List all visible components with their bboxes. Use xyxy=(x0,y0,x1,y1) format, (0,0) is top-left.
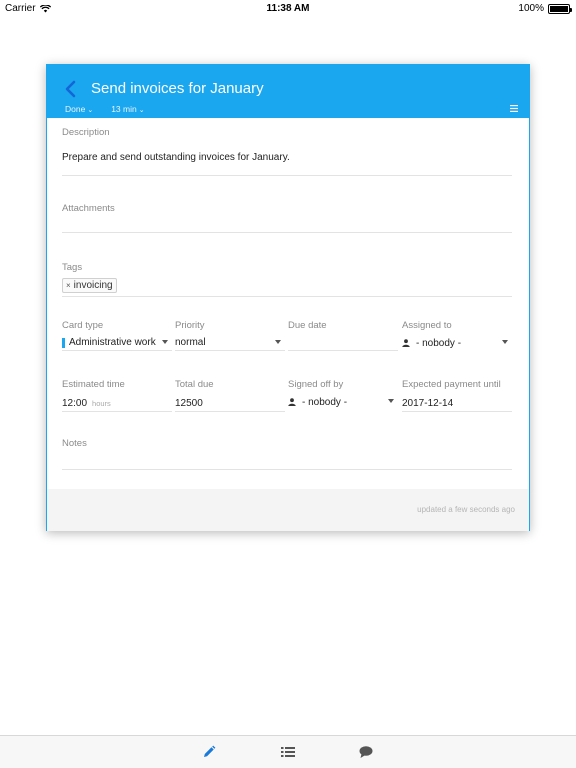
tags-label: Tags xyxy=(62,262,83,273)
card-type-select[interactable]: Administrative work xyxy=(62,335,172,351)
assigned-to-label: Assigned to xyxy=(402,320,452,331)
back-chevron-icon[interactable] xyxy=(61,78,81,100)
signed-off-by-value: - nobody - xyxy=(302,396,348,408)
tags-field[interactable]: × invoicing xyxy=(62,275,512,297)
notes-field[interactable] xyxy=(62,449,512,470)
bottom-tab-bar xyxy=(0,735,576,768)
estimated-time-value: 12:00 xyxy=(62,398,88,409)
status-dropdown[interactable]: Done ⌄ xyxy=(65,104,93,114)
caret-down-icon xyxy=(162,340,168,344)
signed-off-by-field: Signed off by - nobody - xyxy=(288,379,398,408)
card-header: Send invoices for January Done ⌄ 13 min ⌄ xyxy=(47,64,529,118)
assigned-to-field: Assigned to - nobody - xyxy=(402,320,512,349)
chevron-down-icon: ⌄ xyxy=(138,107,145,114)
menu-icon[interactable] xyxy=(510,105,518,112)
estimated-time-input[interactable]: 12:00 hours xyxy=(62,396,172,412)
battery-icon xyxy=(548,3,572,14)
priority-select[interactable]: normal xyxy=(175,335,285,351)
chat-icon[interactable] xyxy=(359,745,373,759)
card-type-color-marker xyxy=(62,337,65,348)
caret-down-icon xyxy=(502,340,508,344)
list-icon[interactable] xyxy=(281,745,295,759)
person-icon xyxy=(288,398,296,406)
expected-payment-field: Expected payment until 2017-12-14 xyxy=(402,379,512,412)
chevron-down-icon: ⌄ xyxy=(87,107,94,114)
battery-percent: 100% xyxy=(518,3,544,14)
tags-section: Tags × invoicing xyxy=(62,262,512,297)
attachments-label: Attachments xyxy=(62,203,115,214)
card-type-value: Administrative work xyxy=(69,337,156,348)
description-section: Description Prepare and send outstanding… xyxy=(62,127,512,176)
total-due-value: 12500 xyxy=(175,398,203,409)
header-meta: Done ⌄ 13 min ⌄ xyxy=(65,104,145,114)
card-title: Send invoices for January xyxy=(91,80,264,97)
due-date-input[interactable] xyxy=(288,335,398,351)
updated-timestamp: updated a few seconds ago xyxy=(417,505,515,514)
total-due-label: Total due xyxy=(175,379,214,390)
description-field[interactable]: Prepare and send outstanding invoices fo… xyxy=(62,152,512,176)
signed-off-by-select[interactable]: - nobody - xyxy=(288,394,398,410)
estimated-time-field: Estimated time 12:00 hours xyxy=(62,379,172,412)
task-card: Send invoices for January Done ⌄ 13 min ⌄ … xyxy=(46,64,530,531)
expected-payment-input[interactable]: 2017-12-14 xyxy=(402,396,512,412)
due-date-field: Due date xyxy=(288,320,398,351)
card-footer: updated a few seconds ago xyxy=(47,489,529,531)
card-type-field: Card type Administrative work xyxy=(62,320,172,351)
tag-label: invoicing xyxy=(73,280,113,291)
duration-value: 13 min xyxy=(111,104,137,114)
priority-field: Priority normal xyxy=(175,320,285,351)
card-type-label: Card type xyxy=(62,320,104,331)
estimated-time-label: Estimated time xyxy=(62,379,125,390)
assigned-to-value: - nobody - xyxy=(416,337,462,349)
clock: 11:38 AM xyxy=(266,3,310,14)
caret-down-icon xyxy=(275,340,281,344)
duration-dropdown[interactable]: 13 min ⌄ xyxy=(111,104,144,114)
priority-value: normal xyxy=(175,337,206,348)
remove-tag-icon[interactable]: × xyxy=(66,281,71,290)
expected-payment-label: Expected payment until xyxy=(402,379,501,390)
caret-down-icon xyxy=(388,399,394,403)
expected-payment-value: 2017-12-14 xyxy=(402,398,454,409)
battery-indicator: 100% xyxy=(518,3,572,14)
attachments-section: Attachments xyxy=(62,203,512,233)
status-value: Done xyxy=(65,104,86,114)
signed-off-by-label: Signed off by xyxy=(288,379,344,390)
status-bar: Carrier 11:38 AM 100% xyxy=(0,0,576,18)
total-due-input[interactable]: 12500 xyxy=(175,396,285,412)
person-icon xyxy=(402,339,410,347)
priority-label: Priority xyxy=(175,320,205,331)
estimated-time-unit: hours xyxy=(92,399,111,408)
attachments-field[interactable] xyxy=(62,214,512,233)
due-date-label: Due date xyxy=(288,320,327,331)
description-label: Description xyxy=(62,127,110,138)
tag-chip: × invoicing xyxy=(62,278,117,293)
notes-label: Notes xyxy=(62,438,87,449)
pencil-icon[interactable] xyxy=(202,745,216,759)
total-due-field: Total due 12500 xyxy=(175,379,285,412)
assigned-to-select[interactable]: - nobody - xyxy=(402,335,512,351)
notes-section: Notes xyxy=(62,438,512,470)
